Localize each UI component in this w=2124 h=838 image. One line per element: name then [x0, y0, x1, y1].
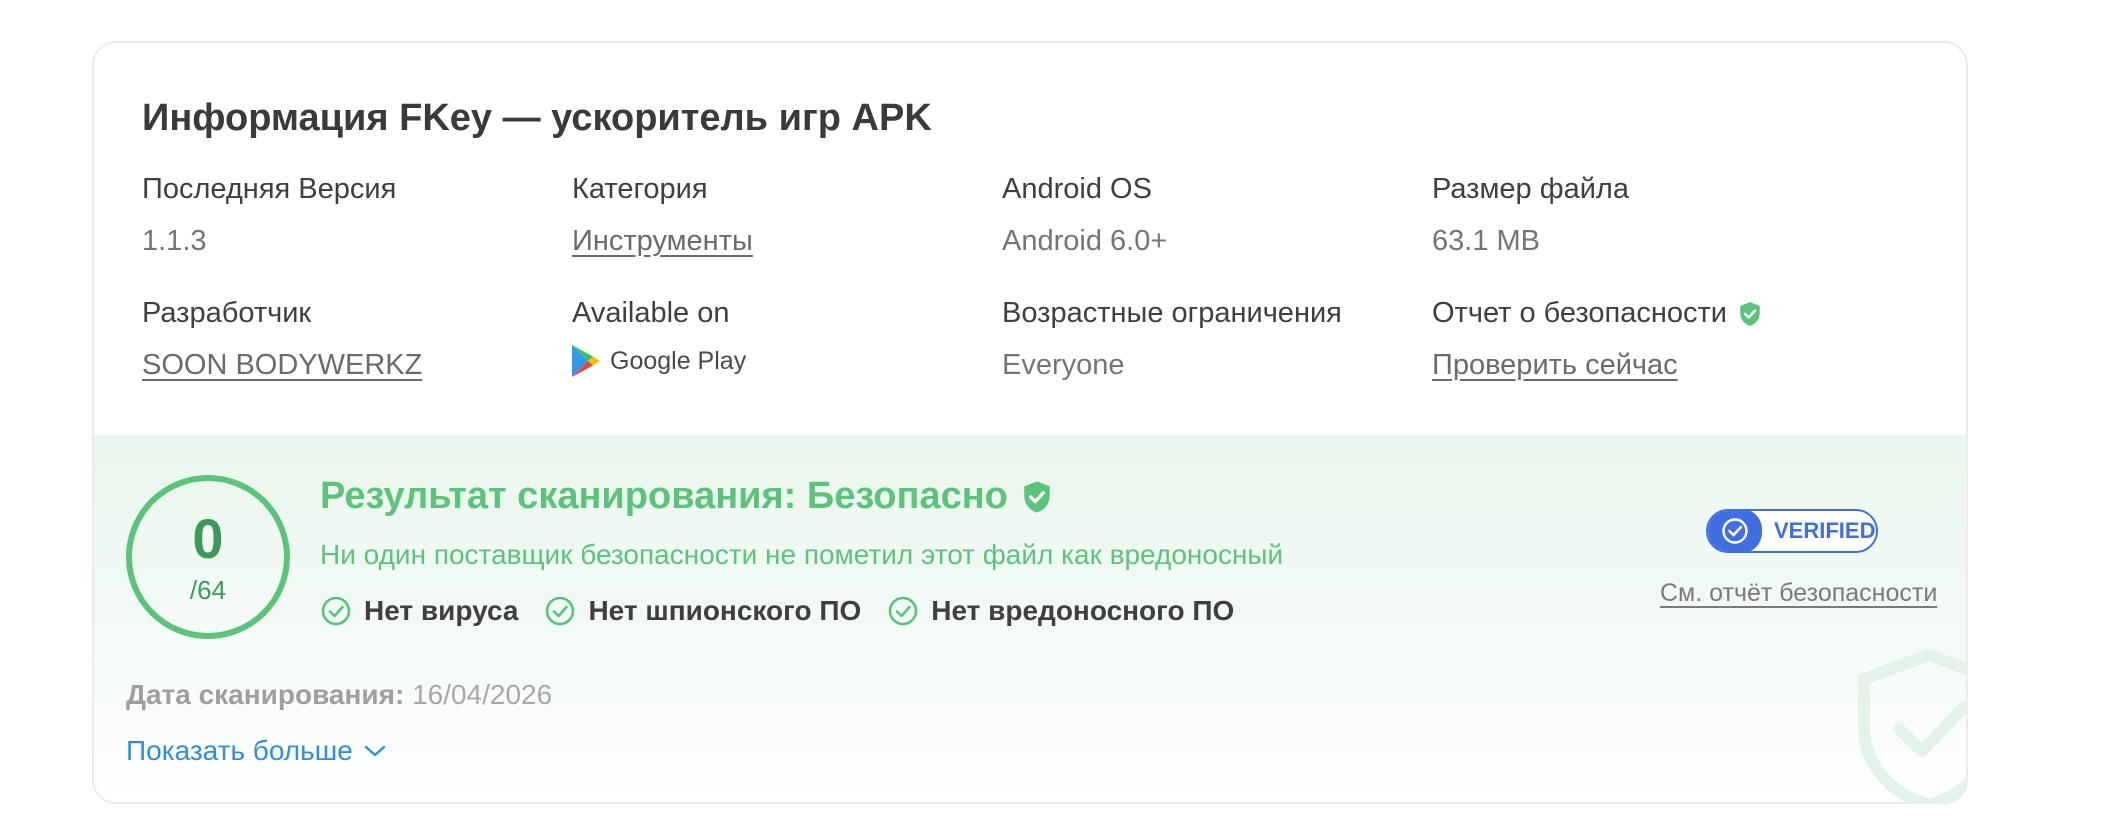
scan-date-value: 16/04/2026 [412, 679, 553, 710]
shield-check-icon [1024, 480, 1050, 513]
security-report-link[interactable]: См. отчёт безопасности [1660, 579, 1937, 608]
info-android-os: Android OS Android 6.0+ [1002, 173, 1167, 257]
show-more-button[interactable]: Показать больше [126, 735, 387, 767]
verified-badge: VERIFIED [1706, 509, 1878, 553]
developer-label: Разработчик [142, 297, 312, 329]
check-label: Нет шпионского ПО [588, 595, 862, 626]
info-category: Категория Инструменты [572, 173, 753, 257]
size-value: 63.1 MB [1432, 225, 1540, 257]
info-file-size: Размер файла 63.1 MB [1432, 173, 1629, 257]
google-play-label: Google Play [610, 346, 747, 375]
verified-check-icon [1708, 511, 1762, 551]
scan-date: Дата сканирования: 16/04/2026 [126, 679, 552, 711]
os-value: Android 6.0+ [1002, 225, 1168, 257]
age-label: Возрастные ограничения [1002, 297, 1342, 329]
version-label: Последняя Версия [142, 173, 397, 205]
category-label: Категория [572, 173, 708, 205]
total-engines: /64 [189, 575, 227, 605]
info-age-rating: Возрастные ограничения Everyone [1002, 297, 1342, 381]
check-circle-icon [888, 596, 918, 626]
check-circle-icon [321, 596, 351, 626]
verified-label: VERIFIED [1774, 518, 1876, 543]
scan-result-section: 0 /64 Результат сканирования: Безопасно … [94, 435, 1966, 802]
check-item-no-virus: Нет вируса [320, 595, 518, 627]
google-play-icon [572, 345, 600, 377]
app-info-card: Информация FKey — ускоритель игр APK Пос… [92, 41, 1968, 804]
check-label: Нет вредоносного ПО [931, 595, 1235, 626]
os-label: Android OS [1002, 173, 1152, 205]
detected-count: 0 [192, 507, 224, 570]
available-label: Available on [572, 297, 730, 329]
check-circle-icon [546, 596, 575, 626]
version-value: 1.1.3 [142, 225, 207, 257]
scan-title: Результат сканирования: Безопасно [320, 475, 1054, 518]
scan-checks: Нет вируса Нет шпионского ПО Нет вредоно… [320, 595, 1260, 627]
shield-check-icon [1740, 301, 1760, 326]
check-label: Нет вируса [364, 595, 519, 626]
check-now-link[interactable]: Проверить сейчас [1432, 349, 1678, 382]
scan-title-text: Результат сканирования: Безопасно [320, 475, 1008, 517]
scan-date-label: Дата сканирования: [126, 679, 405, 710]
info-available-on: Available on Google Play [572, 297, 746, 377]
card-title: Информация FKey — ускоритель игр APK [142, 97, 932, 139]
info-security-report: Отчет о безопасности Проверить сейчас [1432, 297, 1763, 381]
show-more-label: Показать больше [126, 735, 353, 766]
shield-watermark-icon [1858, 648, 1966, 802]
developer-link[interactable]: SOON BODYWERKZ [142, 349, 422, 382]
security-label: Отчет о безопасности [1432, 297, 1727, 329]
age-value: Everyone [1002, 349, 1125, 381]
chevron-down-icon [364, 745, 385, 757]
size-label: Размер файла [1432, 173, 1629, 205]
google-play-badge[interactable]: Google Play [572, 345, 746, 377]
info-version: Последняя Версия 1.1.3 [142, 173, 397, 257]
check-item-no-spyware: Нет шпионского ПО [544, 595, 861, 627]
category-link[interactable]: Инструменты [572, 225, 753, 258]
info-developer: Разработчик SOON BODYWERKZ [142, 297, 422, 381]
scan-score-ring: 0 /64 [126, 475, 290, 639]
check-item-no-malware: Нет вредоносного ПО [887, 595, 1234, 627]
scan-subtitle: Ни один поставщик безопасности не помети… [320, 539, 1284, 570]
